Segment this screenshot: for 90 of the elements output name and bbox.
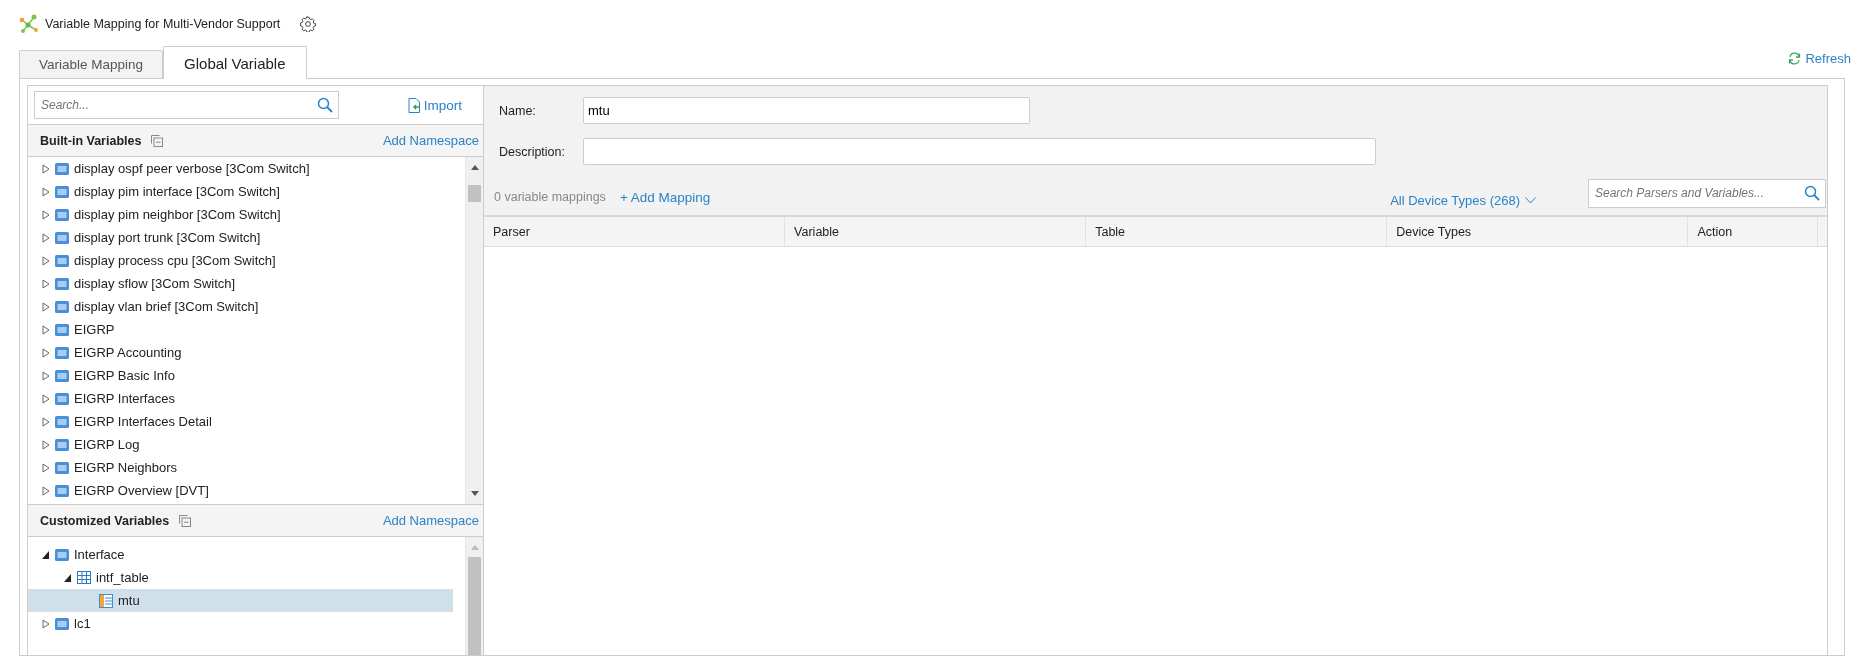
namespace-icon	[55, 369, 69, 382]
collapse-all-icon[interactable]	[179, 514, 192, 527]
column-header[interactable]: Parser	[484, 217, 786, 246]
namespace-icon	[55, 323, 69, 336]
device-type-filter[interactable]: All Device Types (268)	[1390, 192, 1536, 208]
mapping-count: 0 variable mappings	[494, 190, 606, 204]
namespace-icon	[55, 300, 69, 313]
collapse-all-icon[interactable]	[151, 134, 164, 147]
table-icon	[77, 571, 91, 584]
field-label: Name:	[498, 103, 537, 118]
scrollbar[interactable]	[465, 157, 483, 504]
expand-icon[interactable]	[42, 439, 50, 450]
column-icon	[99, 593, 113, 608]
description-field[interactable]	[583, 138, 1376, 165]
namespace-icon	[55, 415, 69, 428]
tree-item[interactable]: EIGRP Interfaces	[28, 387, 453, 410]
network-logo-icon	[19, 14, 39, 34]
add-mapping-link[interactable]: + Add Mapping	[619, 189, 711, 205]
tree-item[interactable]: EIGRP Log	[28, 433, 453, 456]
add-namespace-link[interactable]: Add Namespace	[382, 513, 479, 528]
section-title: Built-in Variables	[40, 133, 142, 148]
expand-icon[interactable]	[42, 324, 50, 335]
tree-item[interactable]: display port trunk [3Com Switch]	[28, 226, 453, 249]
chevron-down-icon	[1525, 196, 1536, 204]
tree-item[interactable]: display ospf peer verbose [3Com Switch]	[28, 157, 453, 180]
namespace-icon	[55, 185, 69, 198]
tree-item[interactable]: display pim interface [3Com Switch]	[28, 180, 453, 203]
search-field[interactable]: Search...	[34, 91, 339, 119]
column-header[interactable]: Variable	[785, 217, 1087, 246]
tree-item[interactable]: lc1	[28, 612, 453, 635]
namespace-icon	[55, 617, 69, 630]
column-header[interactable]: Table	[1086, 217, 1388, 246]
namespace-icon	[55, 548, 69, 561]
tree-item[interactable]: EIGRP Neighbors	[28, 456, 453, 479]
namespace-icon	[55, 231, 69, 244]
tree-item[interactable]: EIGRP Accounting	[28, 341, 453, 364]
tree-item[interactable]: display sflow [3Com Switch]	[28, 272, 453, 295]
namespace-icon	[55, 392, 69, 405]
namespace-icon	[55, 438, 69, 451]
column-header[interactable]: Action	[1688, 217, 1818, 246]
tree-item[interactable]: display pim neighbor [3Com Switch]	[28, 203, 453, 226]
tree-item[interactable]: display process cpu [3Com Switch]	[28, 249, 453, 272]
namespace-icon	[55, 484, 69, 497]
expand-icon[interactable]	[42, 163, 50, 174]
tree-item[interactable]: mtu	[28, 589, 453, 612]
expand-icon[interactable]	[42, 347, 50, 358]
tree-item[interactable]: display vlan brief [3Com Switch]	[28, 295, 453, 318]
section-title: Customized Variables	[40, 513, 170, 528]
expand-icon[interactable]	[42, 301, 50, 312]
import-link[interactable]: Import	[407, 97, 462, 113]
tree-item[interactable]: EIGRP Interfaces Detail	[28, 410, 453, 433]
search-field[interactable]: Search Parsers and Variables...	[1588, 178, 1826, 208]
collapse-icon[interactable]	[42, 549, 50, 560]
search-icon[interactable]	[317, 97, 333, 113]
expand-icon[interactable]	[42, 232, 50, 243]
expand-icon[interactable]	[42, 278, 50, 289]
expand-icon[interactable]	[42, 393, 50, 404]
tab[interactable]: Global Variable	[163, 46, 307, 79]
add-namespace-link[interactable]: Add Namespace	[382, 133, 479, 148]
tab[interactable]: Variable Mapping	[19, 50, 164, 78]
namespace-icon	[55, 461, 69, 474]
page-title: Variable Mapping for Multi-Vendor Support	[45, 17, 281, 31]
scrollbar[interactable]	[465, 537, 483, 655]
namespace-icon	[55, 254, 69, 267]
settings-icon[interactable]	[300, 16, 317, 32]
tree-item[interactable]: intf_table	[28, 566, 453, 589]
expand-icon[interactable]	[42, 370, 50, 381]
expand-icon[interactable]	[42, 255, 50, 266]
expand-icon[interactable]	[42, 416, 50, 427]
tree-item[interactable]: EIGRP Basic Info	[28, 364, 453, 387]
refresh-icon	[1788, 52, 1802, 65]
expand-icon[interactable]	[42, 485, 50, 496]
expand-icon[interactable]	[42, 618, 50, 629]
import-icon	[407, 97, 421, 113]
expand-icon[interactable]	[42, 209, 50, 220]
namespace-icon	[55, 277, 69, 290]
search-icon[interactable]	[1804, 184, 1820, 201]
refresh-link[interactable]: Refresh	[1788, 51, 1851, 66]
namespace-icon	[55, 162, 69, 175]
expand-icon[interactable]	[42, 186, 50, 197]
field-label: Description:	[498, 144, 566, 159]
column-header[interactable]: Device Types	[1387, 217, 1689, 246]
tree-item[interactable]: Interface	[28, 543, 453, 566]
namespace-icon	[55, 346, 69, 359]
expand-icon[interactable]	[42, 462, 50, 473]
name-field[interactable]: mtu	[583, 97, 1030, 124]
namespace-icon	[55, 208, 69, 221]
collapse-icon[interactable]	[64, 572, 72, 583]
tree-item[interactable]: EIGRP	[28, 318, 453, 341]
tree-item[interactable]: EIGRP Overview [DVT]	[28, 479, 453, 502]
